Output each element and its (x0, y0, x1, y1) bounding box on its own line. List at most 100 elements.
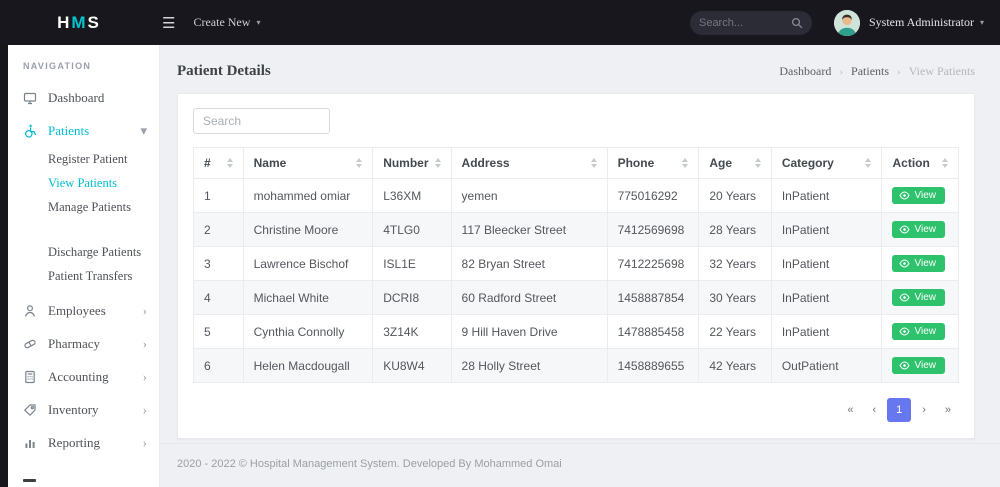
sidebar-item-reporting[interactable]: Reporting › (8, 426, 159, 459)
monitor-icon (23, 91, 39, 105)
page-header: Patient Details Dashboard › Patients › V… (160, 45, 1000, 80)
eye-icon (899, 225, 911, 234)
pagination-page-1[interactable]: 1 (887, 398, 912, 422)
chevron-right-icon: › (142, 369, 147, 384)
app-logo[interactable]: HMS (0, 13, 148, 33)
table-row: 6 Helen Macdougall KU8W4 28 Holly Street… (193, 348, 959, 383)
cell-category: InPatient (770, 212, 883, 247)
sidebar: NAVIGATION Dashboard Patients ▾ Register… (8, 45, 160, 487)
avatar-image-icon (833, 9, 860, 36)
eye-icon (899, 259, 911, 268)
cell-number: 4TLG0 (372, 212, 452, 247)
cell-action: View (881, 246, 959, 281)
pagination-prev[interactable]: ‹ (865, 400, 885, 420)
sidebar-subitem-label: Register Patient (48, 151, 128, 166)
cell-address: 117 Bleecker Street (450, 212, 608, 247)
chevron-down-icon: ▾ (979, 18, 984, 27)
column-header-phone[interactable]: Phone (606, 147, 700, 179)
create-new-dropdown[interactable]: Create New ▾ (193, 15, 260, 30)
eye-icon (899, 293, 911, 302)
top-navbar: HMS ☰ Create New ▾ System Administrator (0, 0, 1000, 45)
cell-category: InPatient (770, 280, 883, 315)
navbar-search-input[interactable] (698, 16, 791, 29)
cell-address: 28 Holly Street (450, 348, 608, 383)
sidebar-toggle-icon[interactable]: ☰ (162, 14, 175, 32)
sidebar-subitem-view-patients[interactable]: View Patients (8, 171, 159, 195)
column-header-num[interactable]: # (193, 147, 244, 179)
sort-icon (682, 158, 689, 168)
table-row: 3 Lawrence Bischof ISL1E 82 Bryan Street… (193, 246, 959, 281)
cell-number: ISL1E (372, 246, 452, 281)
sidebar-item-pharmacy[interactable]: Pharmacy › (8, 327, 159, 360)
cell-age: 22 Years (698, 314, 772, 349)
column-header-number[interactable]: Number (372, 147, 452, 179)
user-menu[interactable]: System Administrator ▾ (869, 15, 984, 30)
patients-table-card: # Name Number Address Phone Age Category… (177, 93, 975, 439)
pagination-next[interactable]: › (914, 400, 934, 420)
view-button[interactable]: View (892, 323, 945, 340)
footer: 2020 - 2022 © Hospital Management System… (160, 443, 1000, 487)
main-content: Patient Details Dashboard › Patients › V… (160, 45, 1000, 487)
view-button[interactable]: View (892, 187, 945, 204)
cell-action: View (881, 178, 959, 213)
view-button[interactable]: View (892, 357, 945, 374)
table-search-input[interactable] (193, 108, 330, 134)
cell-age: 30 Years (698, 280, 772, 315)
cell-category: InPatient (770, 178, 883, 213)
cell-address: 9 Hill Haven Drive (450, 314, 608, 349)
sidebar-item-accounting[interactable]: Accounting › (8, 360, 159, 393)
pagination-first[interactable]: « (839, 400, 861, 420)
sidebar-subitem-label: Discharge Patients (48, 244, 142, 259)
cell-name: Michael White (242, 280, 374, 315)
sidebar-item-patients[interactable]: Patients ▾ (8, 114, 159, 147)
logo-letter-h: H (57, 12, 72, 32)
cell-phone: 1458887854 (606, 280, 700, 315)
cell-phone: 7412225698 (606, 246, 700, 281)
view-button[interactable]: View (892, 255, 945, 272)
sort-icon (865, 158, 872, 168)
breadcrumb: Dashboard › Patients › View Patients (779, 64, 975, 79)
column-header-age[interactable]: Age (698, 147, 772, 179)
user-name: System Administrator (868, 15, 974, 29)
sidebar-item-label: Accounting (48, 368, 109, 384)
breadcrumb-patients[interactable]: Patients (851, 64, 889, 79)
column-header-address[interactable]: Address (450, 147, 608, 179)
sidebar-subitem-patient-transfers[interactable]: Patient Transfers (8, 264, 159, 288)
cell-action: View (881, 212, 959, 247)
cell-num: 5 (193, 314, 244, 349)
pagination-last[interactable]: » (937, 400, 959, 420)
navbar-search (689, 10, 812, 35)
column-header-name[interactable]: Name (242, 147, 374, 179)
sort-icon (356, 158, 363, 168)
sidebar-item-label: Patients (48, 122, 90, 138)
sort-icon (942, 158, 948, 168)
view-button[interactable]: View (892, 289, 945, 306)
cell-num: 6 (193, 348, 244, 383)
search-icon[interactable] (791, 17, 803, 29)
cell-age: 42 Years (698, 348, 772, 383)
eye-icon (899, 327, 911, 336)
sidebar-subitem-register-patient[interactable]: Register Patient (8, 147, 159, 171)
cell-action: View (881, 280, 959, 315)
sidebar-item-employees[interactable]: Employees › (8, 294, 159, 327)
sidebar-subitem-discharge-patients[interactable]: Discharge Patients (8, 240, 159, 264)
chevron-down-icon: ▾ (256, 18, 261, 27)
sidebar-item-dashboard[interactable]: Dashboard (8, 81, 159, 114)
column-header-action[interactable]: Action (881, 147, 959, 179)
table-row: 1 mohammed omiar L36XM yemen 775016292 2… (193, 178, 959, 213)
logo-letter-s: S (87, 12, 101, 32)
breadcrumb-dashboard[interactable]: Dashboard (779, 64, 831, 79)
left-edge-strip (0, 0, 8, 487)
column-header-category[interactable]: Category (770, 147, 883, 179)
sidebar-item-inventory[interactable]: Inventory › (8, 393, 159, 426)
cell-name: Helen Macdougall (242, 348, 374, 383)
view-button[interactable]: View (892, 221, 945, 238)
sidebar-item-label: Employees (48, 302, 106, 318)
table-header-row: # Name Number Address Phone Age Category… (193, 147, 959, 179)
cell-name: Cynthia Connolly (242, 314, 374, 349)
avatar[interactable] (833, 9, 860, 36)
sort-icon (590, 158, 597, 168)
sidebar-subitem-manage-patients[interactable]: Manage Patients (8, 195, 159, 219)
cell-num: 3 (193, 246, 244, 281)
cutoff-menu-item-icon (23, 479, 36, 482)
